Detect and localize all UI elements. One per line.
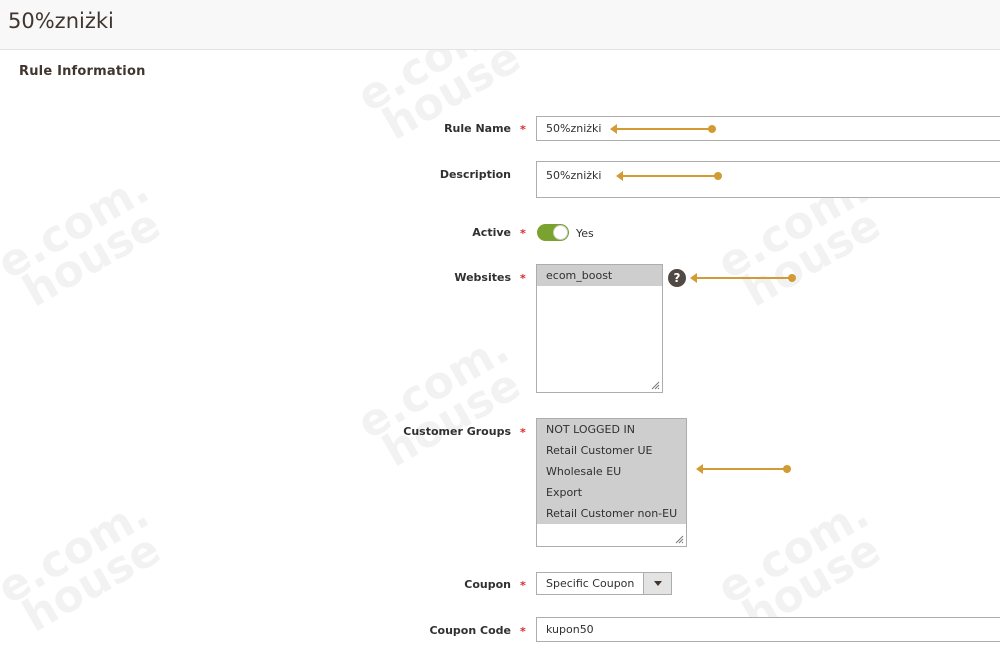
- coupon-code-value: kupon50: [546, 623, 594, 636]
- required-mark: *: [520, 579, 526, 592]
- rule-name-value: 50%zniżki: [546, 122, 602, 135]
- arrow-head: [616, 171, 623, 181]
- annotation-arrow: [616, 171, 722, 181]
- coupon-code-input[interactable]: kupon50: [536, 617, 1000, 642]
- help-icon[interactable]: ?: [668, 269, 686, 287]
- websites-label: Websites: [454, 271, 511, 284]
- customer-groups-label: Customer Groups: [403, 425, 511, 438]
- toggle-knob: [553, 225, 568, 240]
- page-title: 50%zniżki: [8, 9, 114, 33]
- arrow-dot: [708, 125, 716, 133]
- rule-name-input[interactable]: 50%zniżki: [536, 116, 1000, 141]
- resize-grip-icon[interactable]: [675, 535, 684, 544]
- active-toggle-text: Yes: [576, 227, 594, 240]
- section-title: Rule Information: [19, 64, 146, 79]
- active-toggle[interactable]: [537, 224, 569, 241]
- arrow-dot: [783, 465, 791, 473]
- coupon-select[interactable]: Specific Coupon: [536, 572, 672, 595]
- coupon-label: Coupon: [464, 578, 511, 591]
- required-mark: *: [520, 625, 526, 638]
- arrow-head: [690, 273, 697, 283]
- annotation-arrow: [696, 464, 791, 474]
- customer-group-option[interactable]: Retail Customer UE: [537, 440, 686, 461]
- rule-name-label: Rule Name: [444, 122, 511, 135]
- annotation-arrow: [690, 273, 796, 283]
- required-mark: *: [520, 426, 526, 439]
- page-header: 50%zniżki: [0, 0, 1000, 50]
- active-label: Active: [472, 226, 511, 239]
- customer-groups-multiselect[interactable]: NOT LOGGED IN Retail Customer UE Wholesa…: [536, 418, 687, 547]
- arrow-head: [610, 124, 617, 134]
- description-textarea[interactable]: 50%zniżki: [536, 161, 1000, 198]
- arrow-dot: [788, 274, 796, 282]
- customer-group-option[interactable]: Wholesale EU: [537, 461, 686, 482]
- watermark: e.com. house: [0, 487, 170, 643]
- websites-option[interactable]: ecom_boost: [537, 265, 662, 286]
- dropdown-button[interactable]: [643, 573, 671, 594]
- description-label: Description: [439, 168, 511, 181]
- required-mark: *: [520, 227, 526, 240]
- arrow-head: [696, 464, 703, 474]
- required-mark: *: [520, 272, 526, 285]
- customer-group-option[interactable]: Export: [537, 482, 686, 503]
- watermark: e.com. house: [348, 322, 530, 478]
- customer-group-option[interactable]: Retail Customer non-EU: [537, 503, 686, 524]
- arrow-dot: [714, 172, 722, 180]
- coupon-code-label: Coupon Code: [429, 624, 511, 637]
- watermark: e.com. house: [0, 162, 170, 318]
- required-mark: *: [520, 123, 526, 136]
- description-value: 50%zniżki: [546, 169, 602, 182]
- websites-multiselect[interactable]: ecom_boost: [536, 264, 663, 393]
- annotation-arrow: [610, 124, 716, 134]
- chevron-down-icon: [654, 581, 662, 586]
- coupon-select-value: Specific Coupon: [546, 577, 635, 590]
- customer-group-option[interactable]: NOT LOGGED IN: [537, 419, 686, 440]
- resize-grip-icon[interactable]: [651, 381, 660, 390]
